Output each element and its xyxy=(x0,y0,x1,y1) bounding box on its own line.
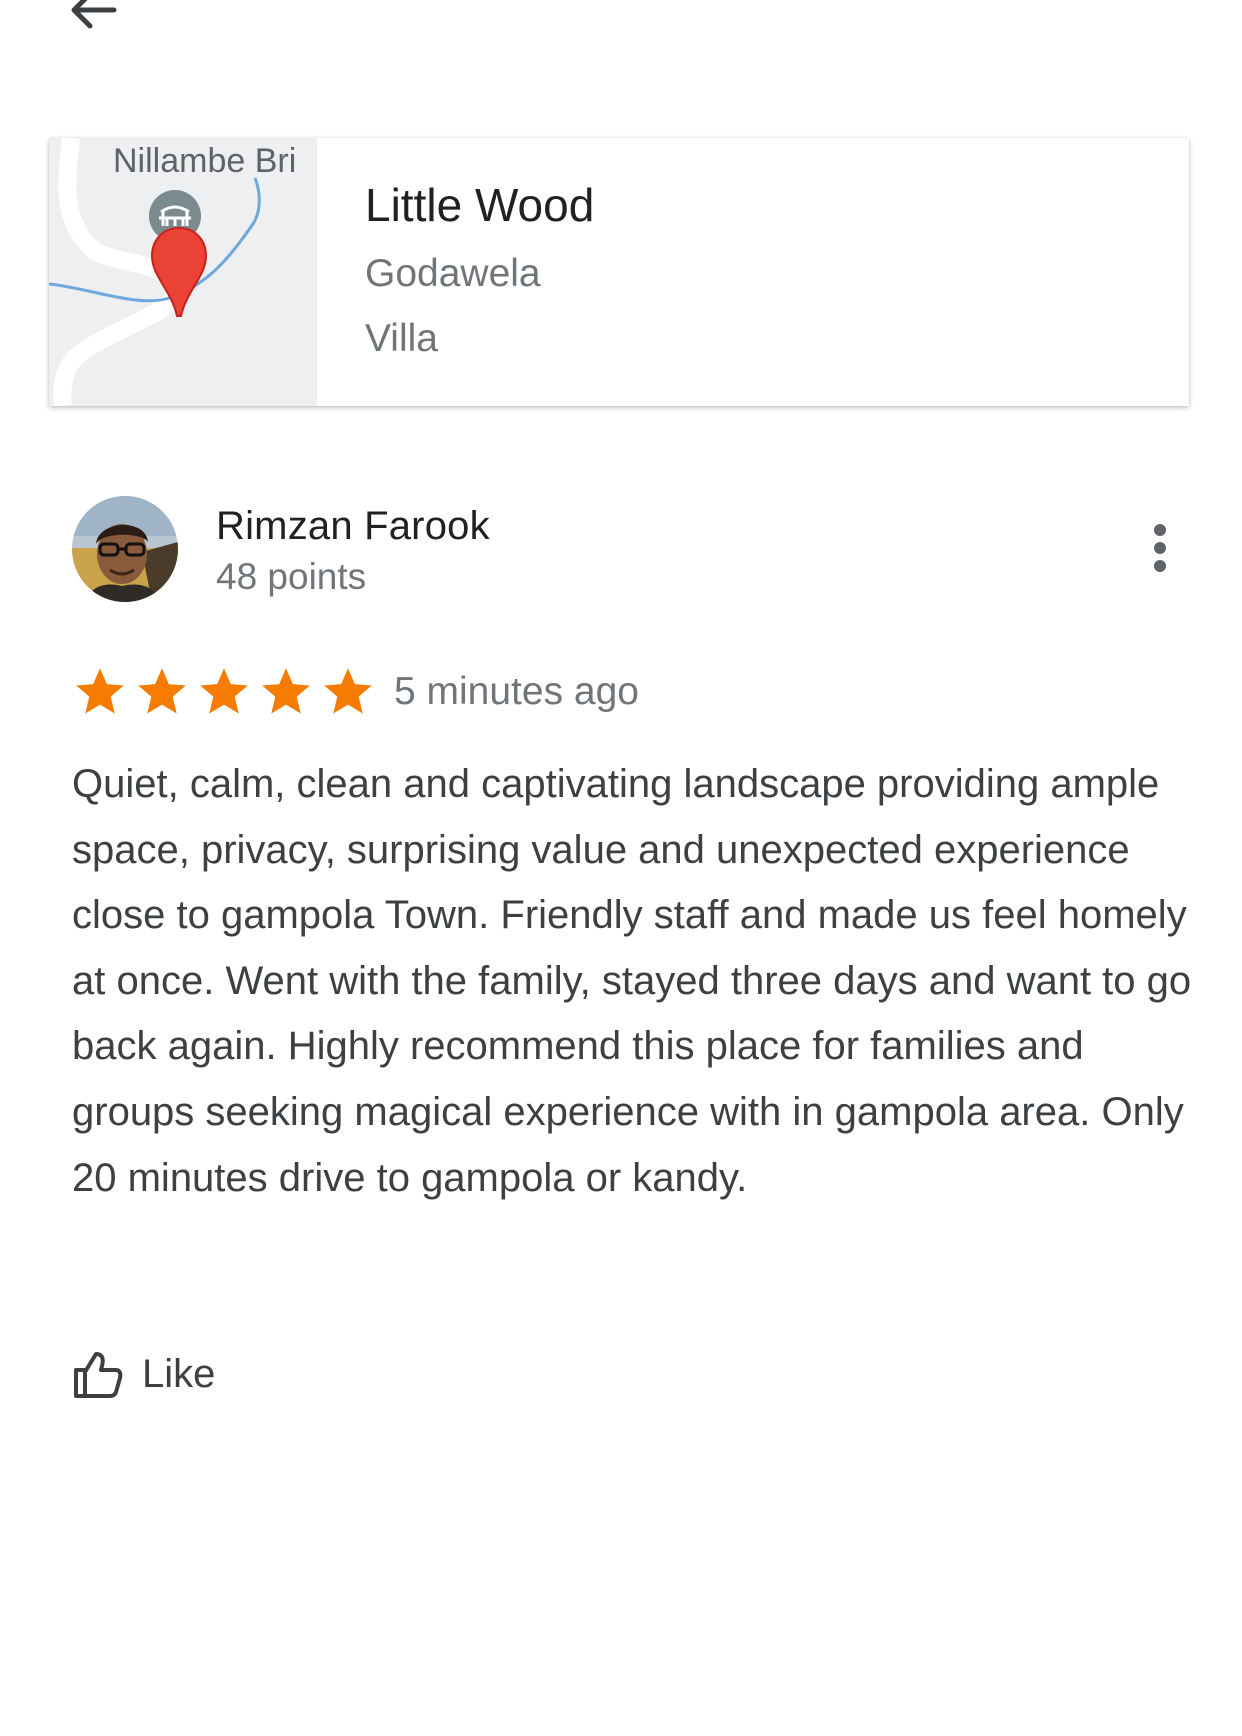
like-label: Like xyxy=(142,1351,216,1396)
place-type: Villa xyxy=(365,317,438,360)
reviewer-points: 48 points xyxy=(216,556,367,597)
thumb-up-icon xyxy=(74,1352,123,1398)
star-icon xyxy=(324,668,372,714)
back-button[interactable] xyxy=(60,0,124,40)
star-rating xyxy=(72,664,376,720)
star-icon xyxy=(262,668,310,714)
reviewer-header: Rimzan Farook 48 points xyxy=(72,496,1182,606)
avatar[interactable] xyxy=(72,496,178,602)
like-button[interactable]: Like xyxy=(72,1344,215,1404)
star-icon xyxy=(76,668,124,714)
place-name: Little Wood xyxy=(365,179,595,231)
more-options-button[interactable] xyxy=(1138,518,1182,574)
map-label: Nillambe Bri xyxy=(113,142,297,180)
arrow-back-icon xyxy=(71,0,117,29)
star-icon xyxy=(138,668,186,714)
place-card[interactable]: Nillambe Bri Little Wood Godawela Villa xyxy=(49,138,1189,406)
reviewer-name[interactable]: Rimzan Farook xyxy=(216,504,490,549)
review-text: Quiet, calm, clean and captivating lands… xyxy=(72,762,1192,1200)
review-time: 5 minutes ago xyxy=(394,670,639,713)
map-thumbnail: Nillambe Bri xyxy=(49,138,317,406)
rating-row: 5 minutes ago xyxy=(72,660,639,724)
map-pin-icon xyxy=(150,226,208,317)
place-area: Godawela xyxy=(365,252,541,295)
more-vert-icon xyxy=(1154,524,1166,536)
star-icon xyxy=(200,668,248,714)
